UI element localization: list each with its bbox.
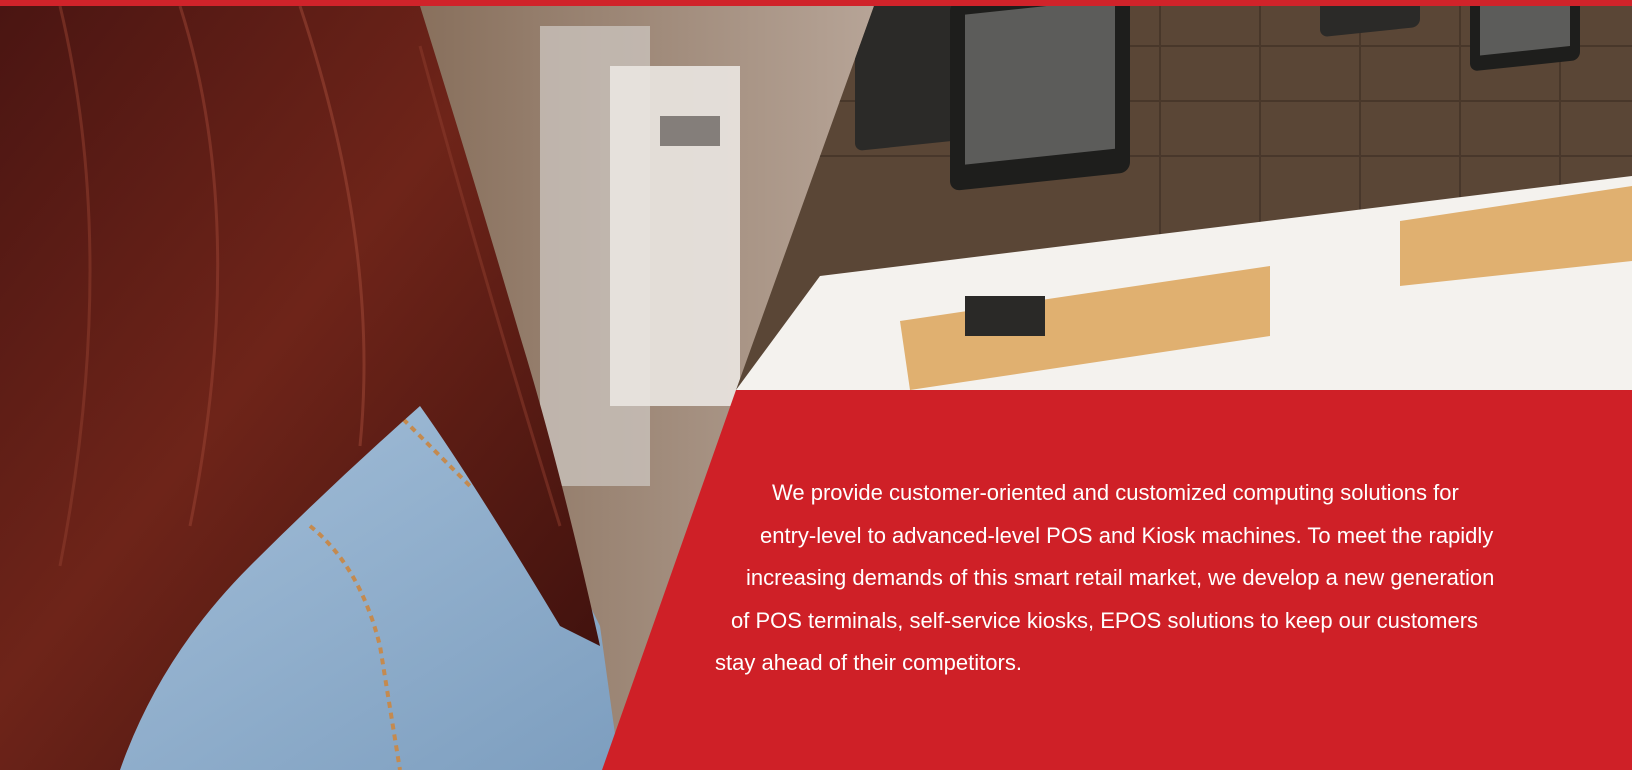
intro-line-1: We provide customer-oriented and customi…: [772, 480, 1459, 505]
intro-line-2: entry-level to advanced-level POS and Ki…: [760, 522, 1494, 548]
intro-line-4: of POS terminals, self-service kiosks, E…: [731, 607, 1479, 633]
brochure-page: We provide customer-oriented and customi…: [0, 0, 1632, 770]
intro-line-3: increasing demands of this smart retail …: [746, 565, 1495, 590]
intro-line-5: stay ahead of their competitors.: [715, 650, 1022, 675]
